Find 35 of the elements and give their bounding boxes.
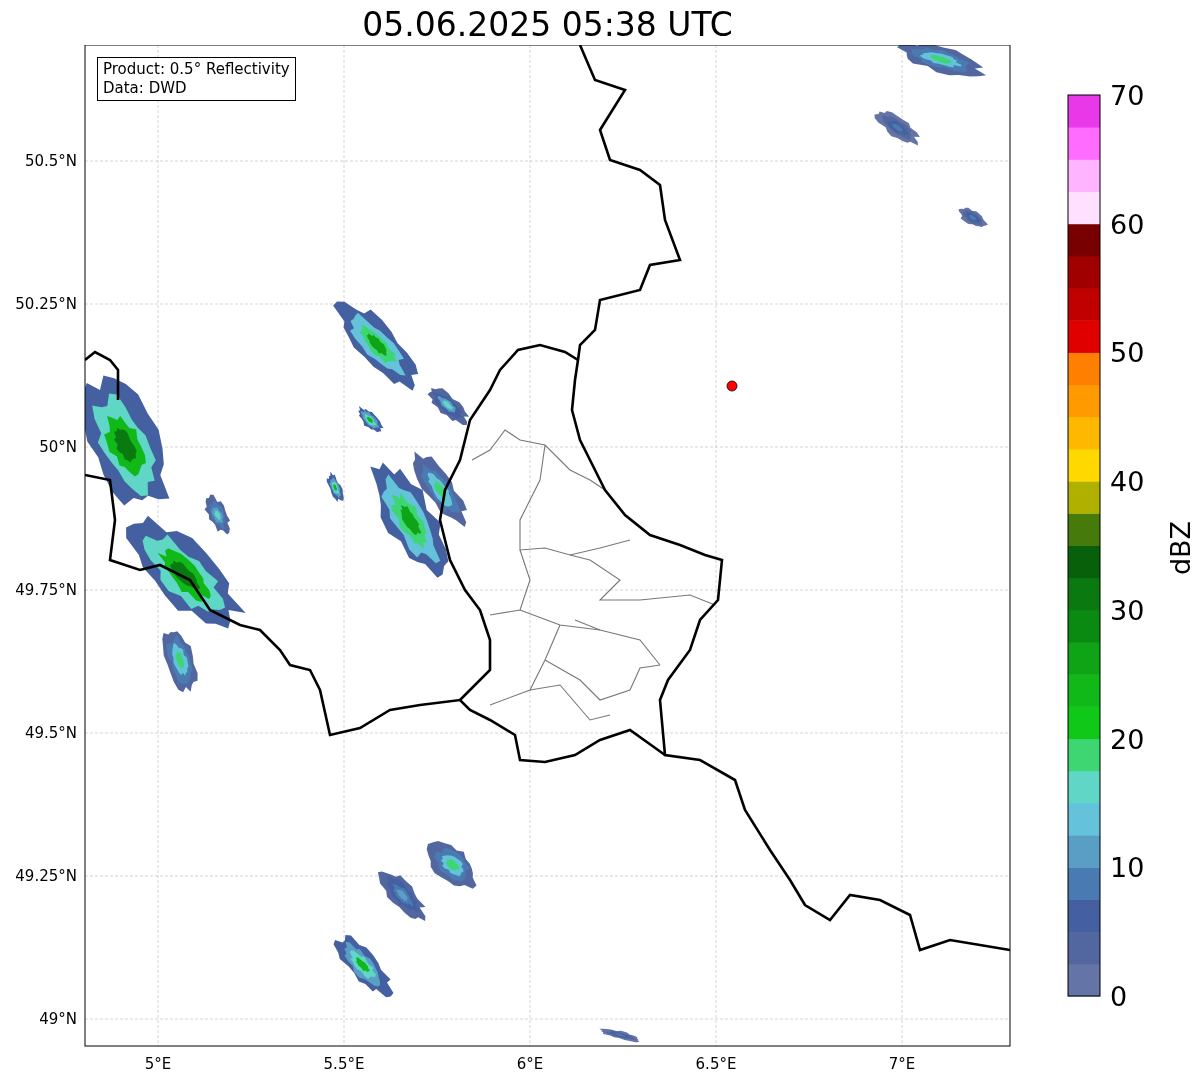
location-marker — [726, 380, 738, 392]
colorbar-tick-label: 0 — [1110, 981, 1128, 1012]
colorbar-tick-label: 50 — [1110, 337, 1145, 369]
longitude-label: 6°E — [516, 1055, 544, 1073]
latitude-label: 50.5°N — [24, 152, 77, 170]
precipitation-echo — [427, 387, 470, 426]
precipitation-echo — [426, 840, 477, 889]
latitude-label: 50°N — [39, 438, 77, 456]
precipitation-echo — [358, 405, 384, 433]
precipitation-echo — [377, 871, 426, 921]
colorbar-tick-label: 30 — [1110, 594, 1145, 626]
longitude-label: 6.5°E — [695, 1055, 737, 1073]
latitude-label: 49.5°N — [24, 724, 77, 742]
precipitation-echo — [874, 111, 920, 146]
info-text: Product: 0.5° Reflectivity — [103, 60, 290, 79]
latitude-label: 49.25°N — [15, 867, 77, 885]
colorbar-tick-label: 70 — [1110, 80, 1145, 111]
colorbar-tick-label: 10 — [1110, 852, 1145, 884]
chart-title: 05.06.2025 05:38 UTC — [361, 4, 734, 45]
longitude-label: 5.5°E — [323, 1055, 365, 1073]
info-text: Data: DWD — [103, 79, 188, 98]
precipitation-echo — [958, 207, 988, 227]
latitude-label: 50.25°N — [15, 295, 77, 313]
precipitation-echo — [333, 935, 394, 998]
precipitation-echo — [162, 631, 198, 693]
precipitation-echo — [599, 1028, 640, 1043]
colorbar-label: dBZ — [1165, 520, 1196, 576]
longitude-label: 7°E — [888, 1055, 916, 1073]
longitude-label: 5°E — [144, 1055, 172, 1073]
latitude-label: 49.75°N — [15, 581, 77, 599]
latitude-label: 49°N — [39, 1010, 77, 1028]
colorbar-tick-label: 20 — [1110, 723, 1145, 755]
precipitation-echo — [326, 471, 344, 502]
colorbar-tick-label: 40 — [1110, 466, 1145, 498]
colorbar-tick-label: 60 — [1110, 208, 1145, 240]
